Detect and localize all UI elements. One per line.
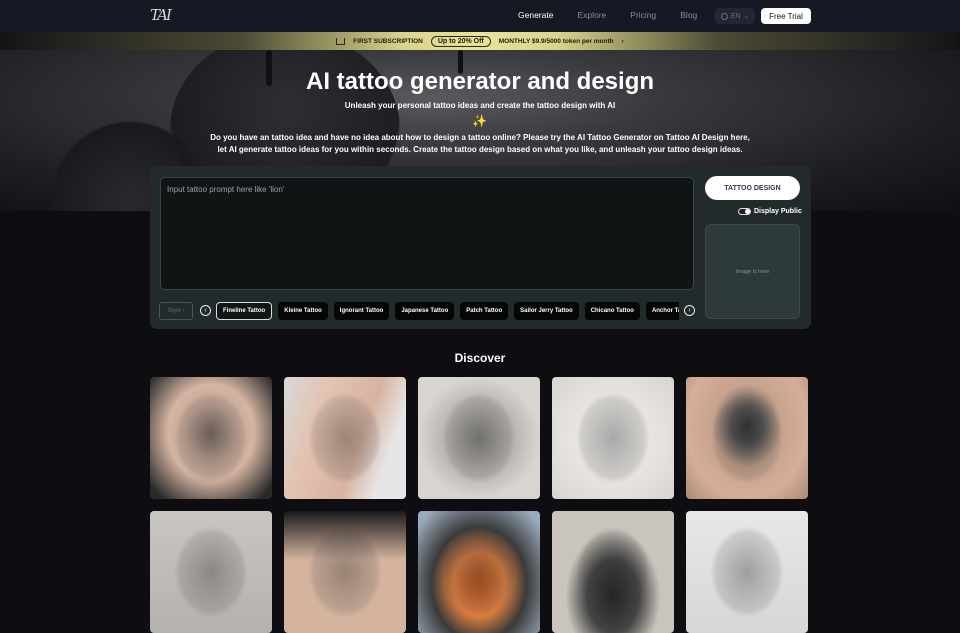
style-chip-kleine[interactable]: Kleine Tattoo — [278, 301, 328, 320]
tattoo-art — [710, 391, 784, 485]
nav-link-generate[interactable]: Generate — [518, 10, 553, 20]
style-chip-japanese[interactable]: Japanese Tattoo — [395, 301, 455, 320]
globe-icon — [720, 12, 728, 20]
tattoo-art — [308, 391, 382, 485]
logo[interactable]: TAI — [150, 6, 178, 26]
tattoo-design-button[interactable]: TATTOO DESIGN — [705, 176, 800, 200]
gallery-image[interactable] — [150, 377, 272, 499]
generator-panel: TATTOO DESIGN Display Public Image is he… — [150, 166, 811, 329]
sparkle-icon: ✨ — [472, 114, 487, 128]
gallery-image[interactable] — [284, 511, 406, 633]
toggle-knob — [745, 209, 750, 214]
tattoo-art — [442, 391, 516, 485]
page-title: AI tattoo generator and design — [305, 68, 655, 95]
description-line: let AI generate tattoo ideas for you wit… — [217, 145, 743, 154]
promo-label: FIRST SUBSCRIPTION — [353, 37, 423, 45]
chevron-right-icon: › — [621, 37, 624, 45]
promo-discount-badge: Up to 20% Off — [430, 35, 491, 47]
chevron-left-icon[interactable]: ‹ — [200, 305, 211, 316]
style-chip-anchor[interactable]: Anchor Tattoo — [645, 301, 679, 320]
gallery-image[interactable] — [418, 377, 540, 499]
style-chip-patch[interactable]: Patch Tattoo — [460, 301, 509, 320]
tattoo-art — [174, 391, 248, 485]
tattoo-art — [576, 391, 650, 485]
gallery-image[interactable] — [284, 377, 406, 499]
top-nav: TAI Generate Explore Pricing Blog EN ⌄ F… — [0, 0, 960, 32]
display-public-label: Display Public — [754, 208, 802, 215]
display-public-toggle[interactable] — [738, 208, 751, 215]
description-line: Do you have an tattoo idea and have no i… — [210, 133, 750, 142]
nav-link-explore[interactable]: Explore — [577, 10, 606, 20]
nav-links: Generate Explore Pricing Blog — [518, 10, 721, 20]
nav-link-pricing[interactable]: Pricing — [630, 10, 656, 20]
free-trial-button[interactable]: Free Trial — [761, 8, 811, 24]
discover-gallery — [150, 377, 808, 633]
chevron-right-icon[interactable]: › — [684, 305, 695, 316]
promo-banner[interactable]: FIRST SUBSCRIPTION Up to 20% Off MONTHLY… — [0, 32, 960, 50]
image-preview: Image is here — [705, 224, 800, 319]
crown-icon — [336, 37, 346, 45]
style-chip-sailor-jerry[interactable]: Sailor Jerry Tattoo — [514, 301, 579, 320]
display-public-toggle-row[interactable]: Display Public — [738, 208, 802, 215]
page-subtitle: Unleash your personal tattoo ideas and c… — [344, 101, 616, 110]
style-chip-ignorant[interactable]: Ignorant Tattoo — [333, 301, 390, 320]
gallery-image[interactable] — [686, 511, 808, 633]
page-description: Do you have an tattoo idea and have no i… — [190, 132, 770, 156]
image-placeholder-text: Image is here — [735, 268, 770, 275]
style-chip-fineline[interactable]: Fineline Tattoo — [216, 301, 273, 320]
gallery-image[interactable] — [150, 511, 272, 633]
chevron-down-icon: ⌄ — [743, 13, 750, 20]
gallery-image[interactable] — [686, 377, 808, 499]
promo-offer: MONTHLY $9.9/5000 token per month — [498, 37, 614, 45]
style-selector: Style › ‹ Fineline Tattoo Kleine Tattoo … — [159, 301, 699, 320]
language-selector[interactable]: EN ⌄ — [715, 8, 755, 24]
prompt-input[interactable] — [160, 177, 694, 290]
nav-link-blog[interactable]: Blog — [680, 10, 697, 20]
style-button[interactable]: Style › — [159, 301, 193, 320]
gallery-image[interactable] — [418, 511, 540, 633]
gallery-image[interactable] — [552, 377, 674, 499]
language-label: EN — [730, 12, 741, 20]
style-chip-chicano[interactable]: Chicano Tattoo — [584, 301, 640, 320]
style-chips: Fineline Tattoo Kleine Tattoo Ignorant T… — [216, 301, 679, 320]
gallery-image[interactable] — [552, 511, 674, 633]
discover-heading: Discover — [454, 351, 506, 365]
